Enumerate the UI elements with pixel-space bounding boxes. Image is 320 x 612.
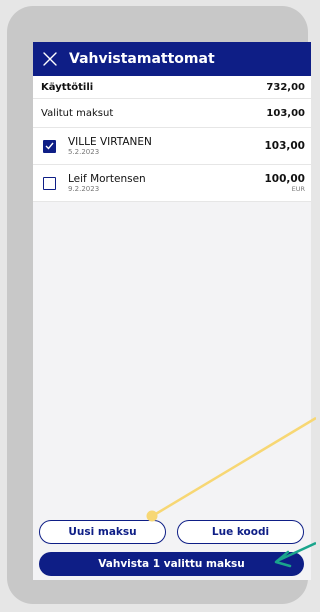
selected-total-row: Valitut maksut 103,00 [33,99,311,128]
payment-checkbox-checked[interactable] [43,139,56,153]
selected-total-label: Valitut maksut [41,107,114,119]
payment-row[interactable]: Leif Mortensen 9.2.2023 100,00 EUR [33,165,311,202]
confirm-payments-button[interactable]: Vahvista 1 valittu maksu [39,552,304,576]
payment-checkbox-unchecked[interactable] [43,176,56,190]
payment-date: 5.2.2023 [68,147,100,156]
payment-amount-block: 103,00 [264,140,305,152]
payment-amount-block: 100,00 EUR [264,173,305,193]
secondary-actions: Uusi maksu Lue koodi [39,520,304,544]
page-title: Vahvistamattomat [69,51,215,67]
payment-currency: EUR [291,185,305,193]
payment-amount: 100,00 [264,173,305,185]
top-bar: Vahvistamattomat [33,42,311,76]
payment-amount: 103,00 [264,140,305,152]
selected-total-value: 103,00 [266,107,305,119]
app-screen: Vahvistamattomat Käyttötili 732,00 Valit… [33,42,311,580]
account-label: Käyttötili [41,81,94,93]
payment-date: 9.2.2023 [68,184,100,193]
phone-frame: Vahvistamattomat Käyttötili 732,00 Valit… [7,6,311,604]
payee-name: VILLE VIRTANEN [68,135,152,148]
checkmark-icon [45,142,54,150]
account-balance: 732,00 [266,81,305,93]
new-payment-button[interactable]: Uusi maksu [39,520,166,544]
payment-info: Leif Mortensen 9.2.2023 [68,173,264,194]
payee-name: Leif Mortensen [68,172,146,185]
close-icon[interactable] [33,42,67,76]
payment-row[interactable]: VILLE VIRTANEN 5.2.2023 103,00 [33,128,311,165]
read-code-button[interactable]: Lue koodi [177,520,304,544]
account-row: Käyttötili 732,00 [33,76,311,99]
payment-info: VILLE VIRTANEN 5.2.2023 [68,136,264,157]
